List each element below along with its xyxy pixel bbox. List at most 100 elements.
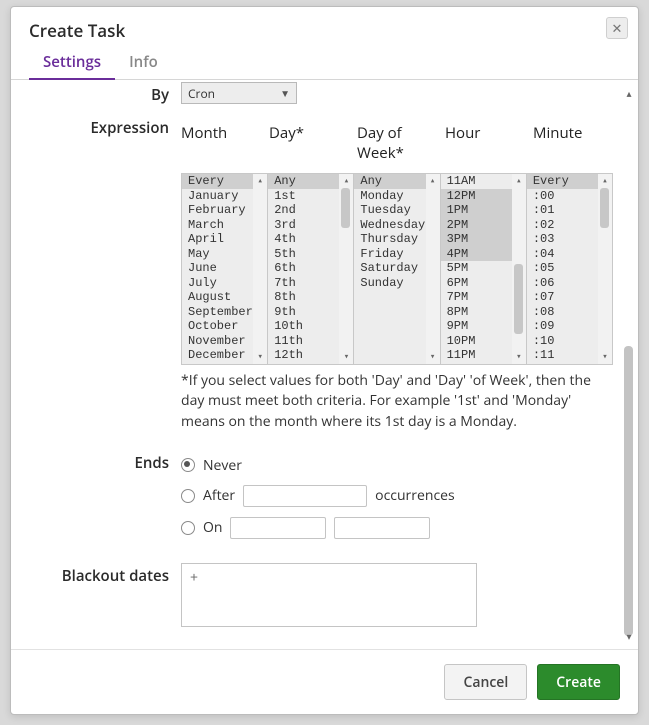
list-item[interactable]: Thursday bbox=[354, 232, 425, 247]
list-item[interactable]: 3PM bbox=[441, 232, 512, 247]
list-item[interactable]: 10th bbox=[268, 319, 339, 334]
list-item[interactable]: Wednesday bbox=[354, 218, 425, 233]
scroll-up-icon[interactable]: ▴ bbox=[339, 174, 353, 188]
list-item[interactable]: :04 bbox=[527, 247, 598, 262]
scroll-down-icon[interactable]: ▾ bbox=[339, 350, 353, 364]
list-item[interactable]: :01 bbox=[527, 203, 598, 218]
chevron-down-icon: ▼ bbox=[280, 86, 290, 100]
list-item[interactable]: March bbox=[182, 218, 253, 233]
list-item[interactable]: 12PM bbox=[441, 189, 512, 204]
scroll-up-icon[interactable]: ▴ bbox=[622, 86, 636, 100]
list-item[interactable]: 11th bbox=[268, 334, 339, 349]
scroll-down-icon[interactable]: ▾ bbox=[253, 350, 267, 364]
listbox-dow[interactable]: AnyMondayTuesdayWednesdayThursdayFridayS… bbox=[354, 174, 440, 364]
list-item[interactable]: May bbox=[182, 247, 253, 262]
list-item[interactable]: 10PM bbox=[441, 334, 512, 349]
list-item[interactable]: :03 bbox=[527, 232, 598, 247]
list-item[interactable]: 8PM bbox=[441, 305, 512, 320]
list-item[interactable]: Any bbox=[268, 174, 339, 189]
list-item[interactable]: :00 bbox=[527, 189, 598, 204]
create-button[interactable]: Create bbox=[537, 664, 620, 700]
list-item[interactable]: 7th bbox=[268, 276, 339, 291]
list-item[interactable]: February bbox=[182, 203, 253, 218]
tab-info[interactable]: Info bbox=[115, 48, 172, 80]
list-item[interactable]: Sunday bbox=[354, 276, 425, 291]
list-item[interactable]: 4PM bbox=[441, 247, 512, 262]
ends-after-input[interactable] bbox=[243, 485, 367, 507]
list-item[interactable]: :09 bbox=[527, 319, 598, 334]
list-item[interactable]: 9th bbox=[268, 305, 339, 320]
scroll-up-icon[interactable]: ▴ bbox=[512, 174, 526, 188]
close-button[interactable]: ✕ bbox=[606, 17, 628, 39]
list-item[interactable]: :08 bbox=[527, 305, 598, 320]
list-item[interactable]: :02 bbox=[527, 218, 598, 233]
expression-note: *If you select values for both 'Day' and… bbox=[181, 371, 601, 432]
list-item[interactable]: 6th bbox=[268, 261, 339, 276]
list-item[interactable]: August bbox=[182, 290, 253, 305]
list-item[interactable]: Every bbox=[182, 174, 253, 189]
list-item[interactable]: 1st bbox=[268, 189, 339, 204]
ends-never-radio[interactable] bbox=[181, 458, 195, 472]
list-item[interactable]: 2PM bbox=[441, 218, 512, 233]
list-item[interactable]: 7PM bbox=[441, 290, 512, 305]
scrollbar-thumb[interactable] bbox=[624, 346, 633, 636]
list-item[interactable]: Any bbox=[354, 174, 425, 189]
list-item[interactable]: 1PM bbox=[441, 203, 512, 218]
list-item[interactable]: 4th bbox=[268, 232, 339, 247]
header-dow: Day ofWeek* bbox=[357, 123, 441, 163]
by-label: By bbox=[11, 82, 181, 105]
dialog-title: Create Task bbox=[29, 19, 620, 42]
list-item[interactable]: 3rd bbox=[268, 218, 339, 233]
scroll-down-icon[interactable]: ▾ bbox=[512, 350, 526, 364]
list-item[interactable]: 6PM bbox=[441, 276, 512, 291]
list-item[interactable]: Tuesday bbox=[354, 203, 425, 218]
list-item[interactable]: :10 bbox=[527, 334, 598, 349]
scroll-down-icon[interactable]: ▾ bbox=[426, 350, 440, 364]
ends-on-time-input[interactable] bbox=[334, 517, 430, 539]
listbox-month[interactable]: EveryJanuaryFebruaryMarchAprilMayJuneJul… bbox=[182, 174, 268, 364]
listbox-minute[interactable]: Every:00:01:02:03:04:05:06:07:08:09:10:1… bbox=[527, 174, 612, 364]
list-item[interactable]: June bbox=[182, 261, 253, 276]
list-item[interactable]: September bbox=[182, 305, 253, 320]
blackout-add-icon[interactable]: + bbox=[190, 568, 198, 587]
list-item[interactable]: July bbox=[182, 276, 253, 291]
by-select-value: Cron bbox=[188, 85, 215, 102]
list-item[interactable]: 5th bbox=[268, 247, 339, 262]
scroll-up-icon[interactable]: ▴ bbox=[253, 174, 267, 188]
list-item[interactable]: :06 bbox=[527, 276, 598, 291]
dialog-header: Create Task ✕ bbox=[11, 7, 638, 48]
scroll-up-icon[interactable]: ▴ bbox=[598, 174, 612, 188]
list-item[interactable]: October bbox=[182, 319, 253, 334]
list-item[interactable]: Monday bbox=[354, 189, 425, 204]
list-item[interactable]: :07 bbox=[527, 290, 598, 305]
cancel-button[interactable]: Cancel bbox=[444, 664, 527, 700]
list-item[interactable]: Every bbox=[527, 174, 598, 189]
ends-on-radio[interactable] bbox=[181, 521, 195, 535]
dialog-scrollbar[interactable]: ▴ ▾ bbox=[622, 86, 636, 643]
listbox-day[interactable]: Any1st2nd3rd4th5th6th7th8th9th10th11th12… bbox=[268, 174, 354, 364]
list-item[interactable]: :11 bbox=[527, 348, 598, 363]
blackout-dates-box[interactable]: + bbox=[181, 563, 477, 627]
list-item[interactable]: :05 bbox=[527, 261, 598, 276]
tab-settings[interactable]: Settings bbox=[29, 48, 115, 80]
list-item[interactable]: Friday bbox=[354, 247, 425, 262]
by-select[interactable]: Cron ▼ bbox=[181, 82, 297, 104]
listbox-hour[interactable]: 11AM12PM1PM2PM3PM4PM5PM6PM7PM8PM9PM10PM1… bbox=[441, 174, 527, 364]
list-item[interactable]: 5PM bbox=[441, 261, 512, 276]
list-item[interactable]: 12th bbox=[268, 348, 339, 363]
scroll-down-icon[interactable]: ▾ bbox=[622, 629, 636, 643]
list-item[interactable]: 2nd bbox=[268, 203, 339, 218]
list-item[interactable]: April bbox=[182, 232, 253, 247]
list-item[interactable]: January bbox=[182, 189, 253, 204]
ends-after-radio[interactable] bbox=[181, 489, 195, 503]
scroll-up-icon[interactable]: ▴ bbox=[426, 174, 440, 188]
list-item[interactable]: 8th bbox=[268, 290, 339, 305]
list-item[interactable]: November bbox=[182, 334, 253, 349]
list-item[interactable]: Saturday bbox=[354, 261, 425, 276]
list-item[interactable]: 9PM bbox=[441, 319, 512, 334]
list-item[interactable]: 11AM bbox=[441, 174, 512, 189]
list-item[interactable]: 11PM bbox=[441, 348, 512, 363]
list-item[interactable]: December bbox=[182, 348, 253, 363]
ends-on-date-input[interactable] bbox=[230, 517, 326, 539]
scroll-down-icon[interactable]: ▾ bbox=[598, 350, 612, 364]
